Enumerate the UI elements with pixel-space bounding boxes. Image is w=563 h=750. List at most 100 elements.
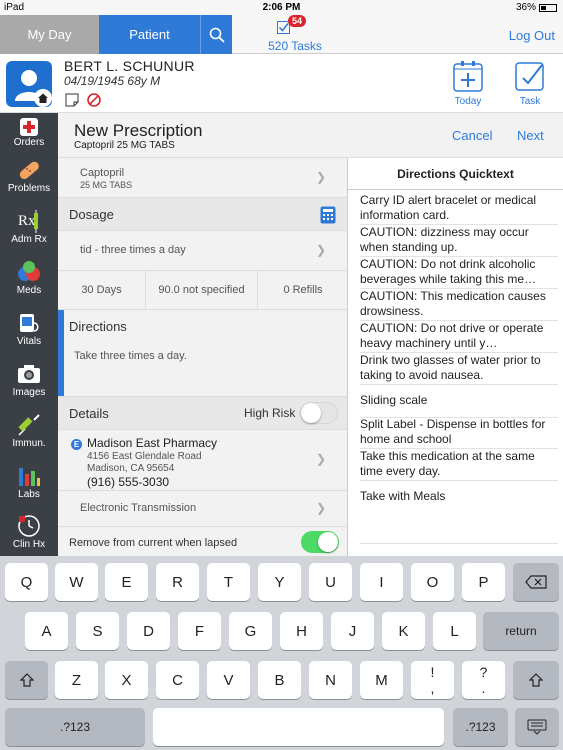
quantity-field[interactable]: 90.0 not specified: [146, 271, 258, 309]
keyboard-dismiss-icon: [527, 719, 547, 735]
tab-my-day[interactable]: My Day: [0, 15, 99, 54]
key-n[interactable]: N: [309, 661, 352, 699]
chevron-right-icon: ❯: [315, 243, 326, 257]
refills-field[interactable]: 0 Refills: [258, 271, 347, 309]
tab-patient[interactable]: Patient: [99, 15, 200, 54]
add-today-icon: [453, 61, 483, 92]
avatar[interactable]: [6, 61, 52, 107]
focus-indicator: [58, 310, 64, 396]
key-e[interactable]: E: [105, 563, 148, 601]
key-b[interactable]: B: [258, 661, 301, 699]
list-item[interactable]: Take with Meals: [360, 489, 558, 544]
logout-button[interactable]: Log Out: [509, 28, 555, 43]
no-allergy-icon[interactable]: [87, 93, 101, 107]
key-h[interactable]: H: [280, 612, 323, 650]
key-s[interactable]: S: [76, 612, 119, 650]
remove-lapsed-row: Remove from current when lapsed: [58, 527, 347, 556]
sidebar-item-adm-rx[interactable]: Rx Adm Rx: [0, 205, 58, 255]
key-g[interactable]: G: [229, 612, 272, 650]
key-u[interactable]: U: [309, 563, 352, 601]
key-w[interactable]: W: [55, 563, 98, 601]
shift-key-right[interactable]: [513, 661, 559, 699]
list-item[interactable]: CAUTION: Do not drink alcoholic beverage…: [360, 257, 558, 289]
sidebar-item-label: Orders: [13, 137, 45, 148]
frequency-row[interactable]: tid - three times a day ❯: [58, 231, 347, 271]
note-icon[interactable]: [65, 93, 79, 107]
key-j[interactable]: J: [331, 612, 374, 650]
next-button[interactable]: Next: [517, 128, 544, 143]
toggle-knob: [318, 532, 338, 552]
key-m[interactable]: M: [360, 661, 403, 699]
list-item[interactable]: CAUTION: Do not drive or operate heavy m…: [360, 321, 558, 353]
form-header: New Prescription Captopril 25 MG TABS Ca…: [58, 113, 563, 158]
key-i[interactable]: I: [360, 563, 403, 601]
key-x[interactable]: X: [105, 661, 148, 699]
cancel-button[interactable]: Cancel: [452, 128, 492, 143]
key-f[interactable]: F: [178, 612, 221, 650]
onscreen-keyboard: Q W E R T Y U I O P A S D F G H J K L re…: [0, 556, 563, 750]
sidebar-item-clin-hx[interactable]: Clin Hx: [0, 510, 58, 560]
numbers-key-left[interactable]: .?123: [5, 708, 145, 746]
directions-field[interactable]: Directions Take three times a day.: [58, 310, 347, 397]
directions-quicktext-panel: Directions Quicktext Carry ID alert brac…: [348, 158, 563, 556]
list-item[interactable]: Take this medication at the same time ev…: [360, 449, 558, 481]
search-button[interactable]: [200, 15, 232, 54]
high-risk-toggle[interactable]: [300, 402, 338, 424]
task-button[interactable]: Task: [508, 60, 552, 107]
calculator-icon[interactable]: [320, 206, 336, 224]
today-button[interactable]: Today: [446, 60, 490, 107]
numbers-key-right[interactable]: .?123: [453, 708, 508, 746]
sidebar-item-vitals[interactable]: Vitals: [0, 307, 58, 357]
sidebar-item-label: Meds: [16, 285, 42, 296]
key-exclamation-comma[interactable]: !,: [411, 661, 454, 699]
key-q[interactable]: Q: [5, 563, 48, 601]
remove-lapsed-toggle[interactable]: [301, 531, 339, 553]
sidebar-item-label: Immun.: [12, 438, 46, 449]
key-question-period[interactable]: ?.: [462, 661, 505, 699]
key-y[interactable]: Y: [258, 563, 301, 601]
list-item[interactable]: Sliding scale: [360, 393, 558, 418]
key-o[interactable]: O: [411, 563, 454, 601]
key-v[interactable]: V: [207, 661, 250, 699]
backspace-key[interactable]: [513, 563, 559, 601]
key-l[interactable]: L: [433, 612, 476, 650]
sidebar-item-problems[interactable]: Problems: [0, 154, 58, 204]
key-z[interactable]: Z: [55, 661, 98, 699]
space-bar[interactable]: [153, 708, 444, 746]
list-item[interactable]: Split Label - Dispense in bottles for ho…: [360, 417, 558, 449]
transmission-row[interactable]: Electronic Transmission ❯: [58, 491, 347, 527]
home-icon: [34, 89, 52, 107]
drug-row[interactable]: Captopril 25 MG TABS ❯: [58, 158, 347, 198]
tasks-button[interactable]: 54 520 Tasks: [245, 15, 335, 54]
key-t[interactable]: T: [207, 563, 250, 601]
sidebar-item-immun[interactable]: Immun.: [0, 409, 58, 459]
sidebar-item-labs[interactable]: Labs: [0, 460, 58, 510]
dosage-section: Dosage: [58, 198, 347, 231]
details-section: Details High Risk: [58, 397, 347, 430]
list-item[interactable]: Carry ID alert bracelet or medical infor…: [360, 193, 558, 225]
shift-key-left[interactable]: [5, 661, 48, 699]
svg-text:Rx: Rx: [18, 213, 36, 229]
key-a[interactable]: A: [25, 612, 68, 650]
list-item[interactable]: CAUTION: dizziness may occur when standi…: [360, 225, 558, 257]
list-item[interactable]: Drink two glasses of water prior to taki…: [360, 353, 558, 385]
key-c[interactable]: C: [156, 661, 199, 699]
quantity-row: 30 Days 90.0 not specified 0 Refills: [58, 271, 347, 310]
key-p[interactable]: P: [462, 563, 505, 601]
sidebar-item-meds[interactable]: Meds: [0, 256, 58, 306]
directions-text[interactable]: Take three times a day.: [74, 350, 187, 362]
patient-banner: BERT L. SCHUNUR 04/19/1945 68y M Today T…: [0, 55, 563, 113]
return-key[interactable]: return: [483, 612, 559, 650]
vitals-icon: [20, 314, 39, 332]
key-d[interactable]: D: [127, 612, 170, 650]
list-item[interactable]: CAUTION: This medication causes drowsine…: [360, 289, 558, 321]
pharmacy-row[interactable]: E Madison East Pharmacy 4156 East Glenda…: [58, 430, 347, 491]
sidebar-item-label: Vitals: [16, 336, 42, 347]
key-r[interactable]: R: [156, 563, 199, 601]
orders-icon: [20, 118, 38, 136]
key-k[interactable]: K: [382, 612, 425, 650]
days-field[interactable]: 30 Days: [58, 271, 146, 309]
dismiss-keyboard-key[interactable]: [515, 708, 559, 746]
camera-icon: [18, 365, 40, 383]
sidebar-item-images[interactable]: Images: [0, 358, 58, 408]
